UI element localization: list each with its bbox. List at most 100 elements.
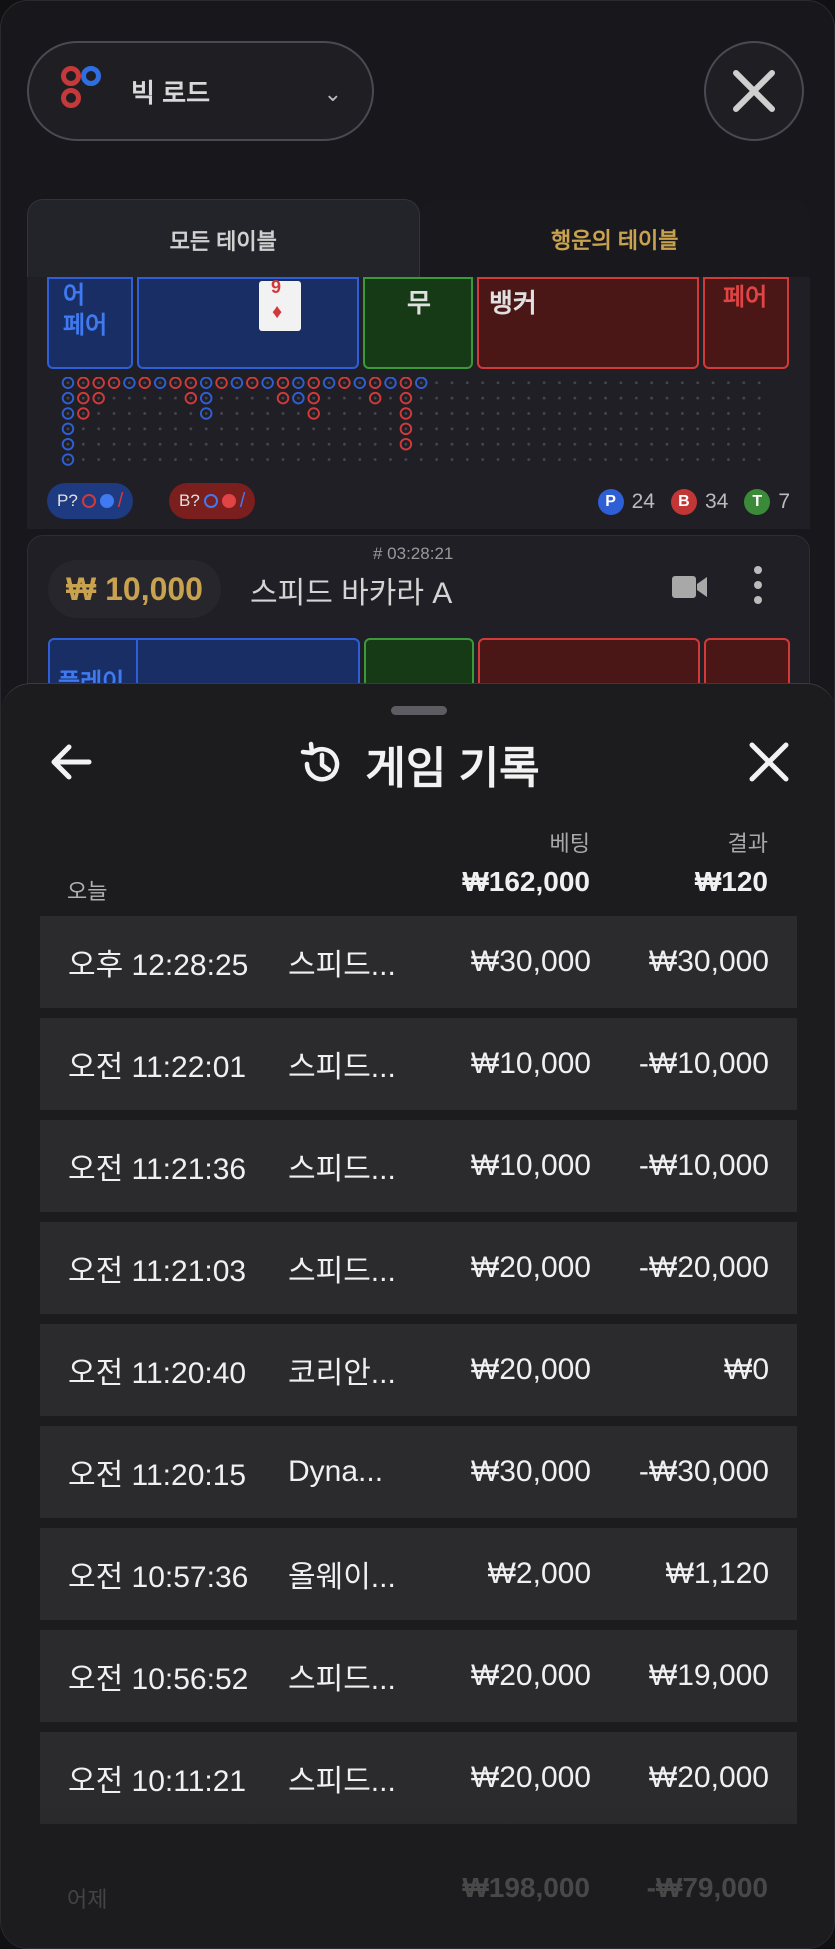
chevron-down-icon: ⌄ [323,81,342,106]
grid-dot [527,458,531,461]
close-icon[interactable] [745,738,793,786]
grid-dot [465,427,469,431]
grid-dot [419,381,423,385]
grid-dot [158,442,162,446]
app-window: 빅 로드 ⌄ 모든 테이블 행운의 테이블 어 페어 9 ♦ 무 뱅커 뱅커 페… [0,0,835,1949]
grid-dot [650,412,654,415]
grid-dot [588,412,592,415]
grid-dot [358,427,362,431]
tab-all-tables[interactable]: 모든 테이블 [27,199,420,279]
road-type-dropdown[interactable]: 빅 로드 ⌄ [27,41,374,141]
grid-dot [296,412,300,415]
history-row[interactable]: 오전 11:21:36 스피드... ₩10,000 -₩10,000 [40,1120,797,1212]
playing-card: 9 ♦ [259,277,301,331]
today-bet-total: ₩162,000 [462,866,590,897]
grid-dot [727,458,730,461]
more-options-icon[interactable] [754,566,762,604]
history-row[interactable]: 오전 11:22:01 스피드... ₩10,000 -₩10,000 [40,1018,797,1110]
grid-dot [665,396,669,400]
row-time: 오전 11:21:03 [68,1255,247,1288]
grid-dot [112,427,116,431]
grid-dot [327,396,331,400]
grid-dot [465,381,469,385]
grid-dot [727,396,730,400]
grid-dot [450,427,454,431]
grid-dot [266,412,270,415]
bet-spot-banker[interactable]: 뱅커 [477,277,699,369]
grid-dot [496,412,500,415]
grid-dot [696,412,700,415]
bet-spot-tie[interactable]: 무 [363,277,473,369]
card-rank: 9 [271,277,282,297]
grid-dot [281,458,285,461]
history-row[interactable]: 오전 11:21:03 스피드... ₩20,000 -₩20,000 [40,1222,797,1314]
predict-player-button[interactable]: P? / [47,483,134,519]
predict-banker-button[interactable]: B? / [169,483,256,519]
grid-dot [757,458,761,461]
history-row[interactable]: 오전 10:56:52 스피드... ₩20,000 ₩19,000 [40,1630,797,1722]
grid-dot [435,427,439,431]
grid-dot [235,396,239,400]
grid-dot [220,442,223,446]
game-history-sheet: 게임 기록 베팅 결과 오늘 ₩162,000 ₩120 오후 12:28:25… [1,683,834,1948]
grid-dot [481,381,485,385]
grid-dot [204,458,208,461]
grid-dot [650,427,654,431]
grid-dot [127,458,131,461]
grid-dot [650,381,654,385]
grid-dot [604,442,607,446]
history-row[interactable]: 오전 10:57:36 올웨이... ₩2,000 ₩1,120 [40,1528,797,1620]
grid-dot [343,458,346,461]
row-game: 스피드... [288,1153,396,1186]
drag-handle[interactable] [391,706,447,715]
history-row[interactable]: 오전 11:20:15 Dyna... ₩30,000 -₩30,000 [40,1426,797,1518]
grid-dot [97,458,101,461]
grid-dot [112,396,116,400]
grid-dot [619,458,623,461]
history-row[interactable]: 오후 12:28:25 스피드... ₩30,000 ₩30,000 [40,916,797,1008]
grid-dot [389,412,392,415]
grid-dot [66,381,70,385]
column-header-bet: 베팅 [549,831,590,856]
row-result: ₩0 [724,1353,769,1386]
bet-spot-banker-pair[interactable]: 뱅커 페어 [703,277,789,369]
grid-dot [235,381,239,385]
predict-player-label: P? [57,491,78,510]
grid-dot [312,458,316,461]
bet-spot-player-pair[interactable]: 어 페어 [47,277,133,369]
table-card-previous[interactable]: 어 페어 9 ♦ 무 뱅커 뱅커 페어 P? / B? [27,277,810,529]
grid-dot [158,427,162,431]
tab-lucky-tables[interactable]: 행운의 테이블 [419,199,810,279]
grid-dot [296,381,300,385]
grid-dot [404,396,408,400]
grid-dot [220,427,223,431]
grid-dot [343,396,346,400]
bet-spot-player[interactable]: 9 ♦ [137,277,359,369]
banker-badge-icon: B [670,489,697,515]
grid-dot [66,396,70,400]
row-result: ₩19,000 [648,1659,769,1692]
grid-dot [174,412,177,415]
grid-dot [127,381,131,385]
row-bet: ₩10,000 [470,1047,591,1080]
row-bet: ₩30,000 [470,1455,591,1488]
video-camera-icon[interactable] [672,574,708,600]
grid-dot [496,381,500,385]
grid-dot [619,381,623,385]
grid-dot [419,427,423,431]
grid-dot [527,396,531,400]
grid-dot [619,396,623,400]
red-dot-icon [221,494,236,508]
grid-dot [711,442,715,446]
grid-dot [742,442,746,446]
grid-dot [373,427,377,431]
grid-dot [542,381,546,385]
grid-dot [389,396,392,400]
yesterday-result-total: -₩79,000 [646,1872,768,1903]
grid-dot [358,458,362,461]
grid-dot [281,427,285,431]
close-lobby-button[interactable] [704,41,804,141]
grid-dot [373,412,377,415]
history-row[interactable]: 오전 11:20:40 코리안... ₩20,000 ₩0 [40,1324,797,1416]
row-bet: ₩10,000 [470,1149,591,1182]
